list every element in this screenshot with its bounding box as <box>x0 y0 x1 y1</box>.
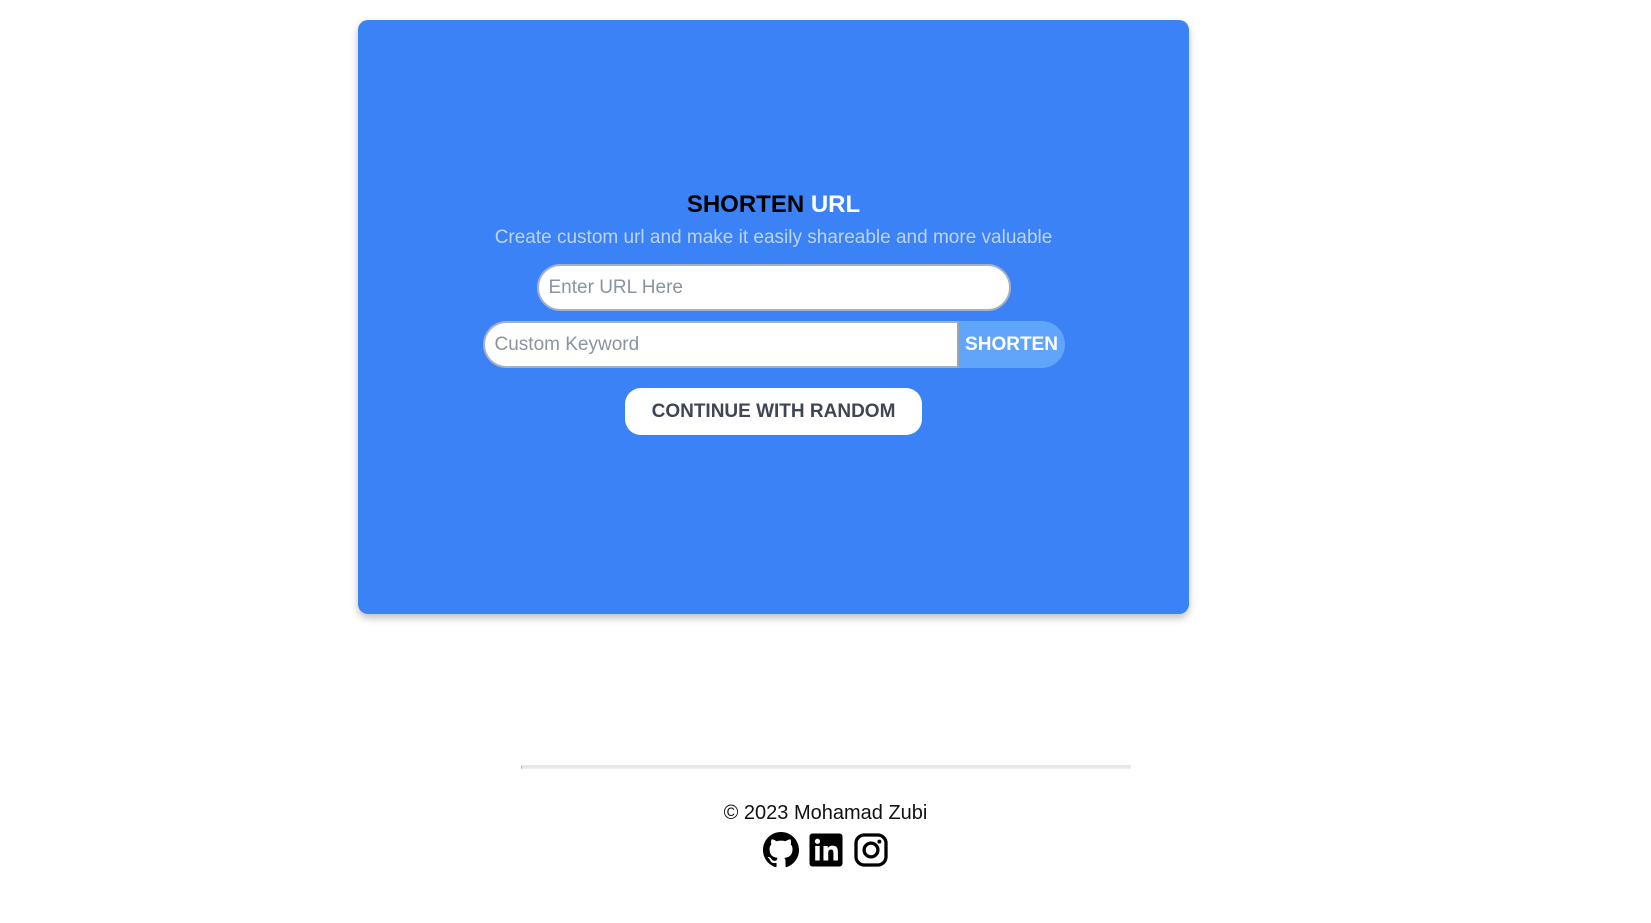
title-accent-text: URL <box>810 191 861 218</box>
social-links <box>762 832 889 868</box>
copyright-text: © 2023 Mohamad Zubi <box>723 802 928 824</box>
footer: © 2023 Mohamad Zubi <box>0 765 1651 868</box>
linkedin-icon[interactable] <box>808 832 844 868</box>
custom-keyword-input[interactable] <box>482 321 957 368</box>
github-icon[interactable] <box>762 832 799 868</box>
title-text: SHORTEN <box>686 191 805 218</box>
footer-divider <box>520 765 1131 769</box>
shortener-content: SHORTEN URL Create custom url and make i… <box>358 190 1189 435</box>
keyword-row: SHORTEN <box>482 321 1065 368</box>
url-input[interactable] <box>536 264 1011 311</box>
shorten-button[interactable]: SHORTEN <box>956 321 1065 368</box>
page-subtitle: Create custom url and make it easily sha… <box>494 227 1053 248</box>
continue-with-random-button[interactable]: CONTINUE WITH RANDOM <box>625 388 922 435</box>
shortener-card: SHORTEN URL Create custom url and make i… <box>358 20 1189 614</box>
page-title: SHORTEN URL <box>687 190 860 220</box>
instagram-icon[interactable] <box>853 832 889 868</box>
